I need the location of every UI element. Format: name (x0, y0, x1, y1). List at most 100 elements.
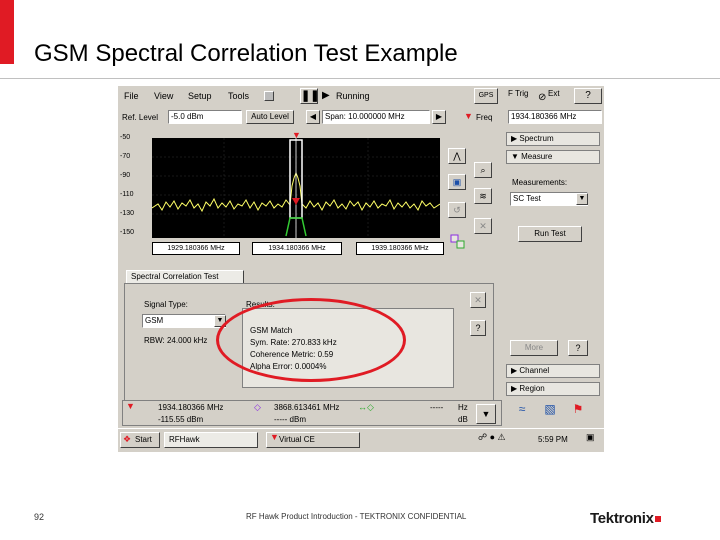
y-tick: -50 (120, 134, 131, 141)
menu-view[interactable]: View (154, 91, 173, 101)
menu-tools[interactable]: Tools (228, 91, 249, 101)
freq-label: Freq (476, 113, 493, 122)
measure-section-label: Measure (521, 152, 553, 161)
peak-icon[interactable]: ⋀ (448, 148, 466, 164)
bars-icon[interactable]: ▧ (538, 402, 562, 424)
spectrum-trace (151, 138, 441, 238)
measure-section-button[interactable]: ▼ Measure (506, 150, 600, 164)
y-tick: -150 (120, 229, 135, 236)
measurements-label: Measurements: (512, 178, 568, 187)
close-panel-icon[interactable]: ✕ (470, 292, 486, 308)
ref-level-label: Ref. Level (122, 113, 159, 122)
title-divider (0, 78, 720, 79)
marker2-icon: ◇ (254, 402, 261, 412)
logo-dot-icon (654, 516, 661, 523)
spectrum-section-button[interactable]: ▶ Spectrum (506, 132, 600, 146)
more-button[interactable]: More (510, 340, 558, 356)
desktop-icon[interactable]: ▣ (586, 432, 595, 443)
flag-icon[interactable]: ⚑ (566, 402, 590, 424)
ext-label[interactable]: Ext (548, 89, 560, 98)
task-virtual-ce-label: Virtual CE (279, 435, 315, 444)
tektronix-logo: Tektronix (590, 510, 661, 527)
freq-stop-label: 1939.180366 MHz (356, 242, 444, 255)
y-tick: -70 (120, 153, 131, 160)
delta-freq-unit: Hz (458, 403, 468, 412)
rfhawk-screen: File View Setup Tools ❚❚ ▶ Running GPS F… (118, 86, 604, 452)
freq-marker-icon: ▼ (464, 111, 473, 121)
channel-section-label: Channel (519, 366, 550, 375)
spectrum-section-label: Spectrum (519, 134, 554, 143)
marker2-level: ----- dBm (274, 415, 306, 424)
delta-db-unit: dB (458, 415, 468, 424)
clock: 5:59 PM (538, 435, 568, 444)
region-section-label: Region (519, 384, 545, 393)
virtual-ce-icon: ▼ (270, 432, 279, 442)
markers-icon-graphic (450, 234, 465, 249)
marker-step-icon[interactable]: ↺ (448, 202, 466, 218)
marker1-level: -115.55 dBm (158, 415, 204, 424)
run-test-label: Run Test (534, 229, 566, 238)
region-section-button[interactable]: ▶ Region (506, 382, 600, 396)
measure-help-button[interactable]: ? (568, 340, 588, 356)
span-increase-button[interactable]: ▶ (432, 110, 446, 124)
windows-icon: ❖ (123, 434, 132, 444)
tab-spectral-correlation[interactable]: Spectral Correlation Test (126, 270, 244, 284)
ref-level-input[interactable]: -5.0 dBm (168, 110, 242, 124)
help-button[interactable]: ? (574, 88, 602, 104)
measure-help-label: ? (575, 343, 581, 353)
trigger-label[interactable]: F Trig (508, 89, 528, 98)
rbw-label: RBW: 24.000 kHz (144, 336, 208, 345)
task-rfhawk-label: RFHawk (169, 435, 200, 444)
pause-button[interactable]: ❚❚ (300, 88, 319, 104)
freq-input[interactable]: 1934.180366 MHz (508, 110, 602, 124)
start-label: Start (135, 435, 152, 444)
level-icon[interactable]: ≋ (474, 188, 492, 204)
trace-icon[interactable]: ≈ (510, 402, 534, 424)
marker-dropdown-icon[interactable]: ▼ (476, 404, 496, 424)
slide-title: GSM Spectral Correlation Test Example (34, 40, 458, 67)
y-tick: -110 (120, 191, 134, 198)
auto-level-button[interactable]: Auto Level (246, 110, 294, 124)
marker-search-icon[interactable]: ▣ (448, 174, 466, 190)
panel-help-button[interactable]: ? (470, 320, 486, 336)
freq-center-label: 1934.180366 MHz (252, 242, 342, 255)
measurement-value: SC Test (513, 194, 541, 203)
no-trigger-icon[interactable]: ⊘ (538, 92, 546, 103)
play-icon[interactable]: ▶ (322, 90, 330, 101)
task-rfhawk[interactable]: RFHawk (164, 432, 258, 448)
measurement-chevron-icon[interactable]: ▼ (576, 193, 588, 205)
marker-top-icon: ▼ (292, 130, 301, 140)
menu-toggle-icon[interactable] (264, 91, 274, 101)
task-virtual-ce[interactable]: Virtual CE (266, 432, 360, 448)
span-decrease-button[interactable]: ◀ (306, 110, 320, 124)
highlight-ellipse (216, 298, 406, 382)
freq-start-label: 1929.180366 MHz (152, 242, 240, 255)
zoom-icon[interactable]: ⌕ (474, 162, 492, 178)
span-input[interactable]: Span: 10.000000 MHz (322, 110, 430, 124)
gps-button[interactable]: GPS (474, 88, 498, 104)
delta-freq: ----- (430, 403, 444, 412)
run-test-button[interactable]: Run Test (518, 226, 582, 242)
marker1-freq: 1934.180366 MHz (158, 403, 224, 412)
y-tick: -130 (120, 210, 135, 217)
signal-type-value: GSM (145, 316, 164, 325)
delta-marker-icon: ↔◇ (358, 402, 374, 412)
panel-help-label: ? (475, 323, 481, 333)
menu-file[interactable]: File (124, 91, 139, 101)
logo-text: Tektronix (590, 510, 654, 527)
marker1-icon: ▼ (126, 401, 135, 411)
channel-section-button[interactable]: ▶ Channel (506, 364, 600, 378)
run-status: Running (336, 91, 370, 101)
more-label: More (524, 343, 544, 352)
close-trace-icon[interactable]: ✕ (474, 218, 492, 234)
signal-type-label: Signal Type: (144, 300, 188, 309)
footer-text: RF Hawk Product Introduction - TEKTRONIX… (246, 512, 467, 521)
gps-label: GPS (478, 92, 494, 99)
brand-accent-bar (0, 0, 14, 64)
menu-setup[interactable]: Setup (188, 91, 212, 101)
tray-icons[interactable]: ☍ ● ⚠ (478, 432, 506, 443)
markers-icon[interactable] (450, 234, 466, 250)
auto-level-label: Auto Level (251, 112, 289, 121)
help-label: ? (585, 90, 591, 101)
spectrum-plot[interactable] (151, 138, 441, 238)
